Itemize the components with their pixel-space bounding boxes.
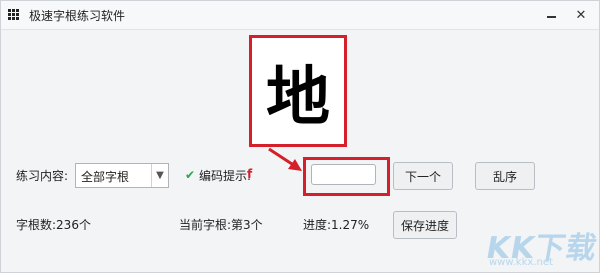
watermark-url: www.kkx.net [489,257,553,268]
chevron-down-icon[interactable]: ▼ [151,164,168,187]
progress-text: 进度:1.27% [303,218,370,232]
practice-content-label: 练习内容: [16,169,69,183]
save-progress-button[interactable]: 保存进度 [393,211,457,239]
hint-code: f [247,167,253,181]
app-window: 极速字根练习软件 ✕ 地 练习内容: 全部字根 ▼ ✔ 编码提示: f 下一个 … [0,0,600,273]
shuffle-button[interactable]: 乱序 [475,162,535,190]
hint-label: 编码提示: [199,169,252,183]
next-button[interactable]: 下一个 [393,162,453,190]
practice-content-value: 全部字根 [81,170,130,184]
code-input[interactable] [311,164,376,185]
practice-content-select[interactable]: 全部字根 ▼ [75,163,169,188]
input-highlight [303,157,390,196]
total-count: 字根数:236个 [16,218,91,232]
current-index: 当前字根:第3个 [179,218,263,232]
hint-checkbox[interactable]: ✔ [185,169,197,181]
